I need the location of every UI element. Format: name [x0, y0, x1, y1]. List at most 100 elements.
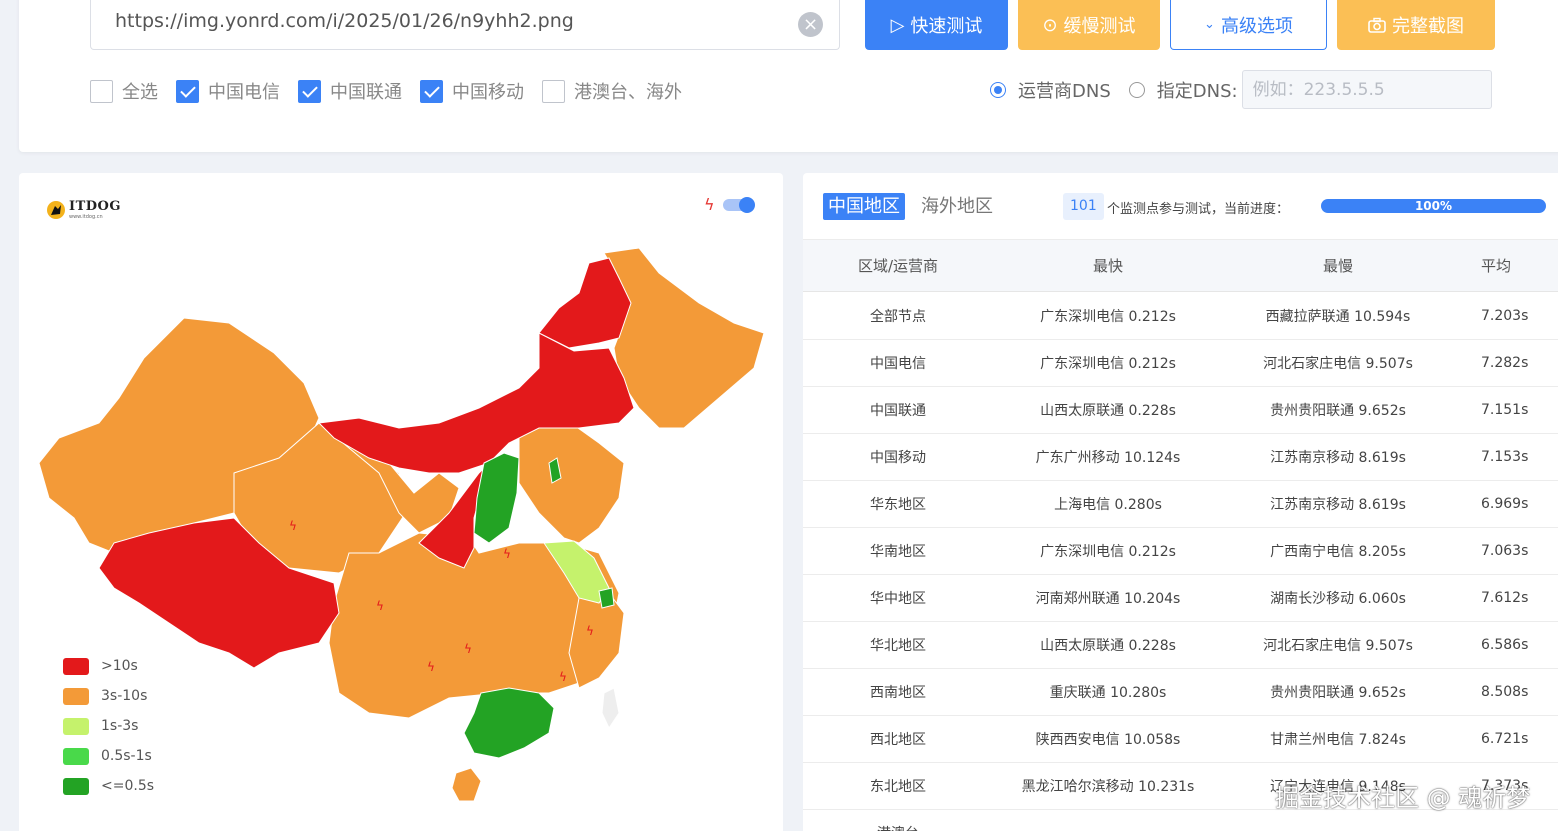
region-shanghai [598, 587, 615, 609]
table-row[interactable]: 华中地区 河南郑州联通 10.204s 湖南长沙移动 6.060s 7.612s [803, 575, 1558, 622]
checkbox-box[interactable] [176, 79, 199, 103]
camera-icon [1368, 17, 1386, 33]
slow-test-button[interactable]: ⊙ 缓慢测试 [1018, 0, 1160, 50]
lightning-icon: ϟ [464, 642, 472, 656]
watermark: 掘金技术社区 @ 魂祈梦 [1275, 784, 1531, 812]
table-row[interactable]: 港澳台 [803, 810, 1558, 831]
legend-item[interactable]: 3s-10s [63, 681, 154, 711]
node-count-badge: 101 [1063, 193, 1104, 220]
full-screenshot-label: 完整截图 [1392, 16, 1464, 37]
cell-average: 6.721s [1481, 731, 1529, 747]
advanced-options-button[interactable]: ⌄ 高级选项 [1170, 0, 1327, 50]
latency-map-card: ITDOG www.itdog.cn ϟ ϟ ϟ ϟ ϟ ϟ ϟ ϟ >10s … [19, 173, 783, 831]
lightning-icon: ϟ [559, 670, 567, 684]
table-row[interactable]: 中国移动 广东广州移动 10.124s 江苏南京移动 8.619s 7.153s [803, 434, 1558, 481]
radio-carrier-dns[interactable] [990, 81, 1006, 98]
cell-region: 全部节点 [870, 309, 926, 325]
cell-region: 东北地区 [870, 779, 926, 795]
lightning-icon: ϟ [289, 519, 297, 533]
legend-label: <=0.5s [101, 778, 155, 794]
table-header: 区域/运营商 最快 最慢 平均 [803, 240, 1558, 292]
checkbox-overseas[interactable]: 港澳台、海外 [542, 78, 682, 104]
full-screenshot-button[interactable]: 完整截图 [1337, 0, 1495, 50]
cell-fastest: 重庆联通 10.280s [1049, 685, 1167, 701]
play-icon: ▷ [890, 14, 905, 36]
quick-test-button[interactable]: ▷ 快速测试 [865, 0, 1008, 50]
legend-item[interactable]: 1s-3s [63, 711, 154, 741]
cell-slowest: 河北石家庄电信 9.507s [1263, 638, 1413, 654]
cell-average: 6.586s [1481, 637, 1529, 653]
table-row[interactable]: 中国联通 山西太原联通 0.228s 贵州贵阳联通 9.652s 7.151s [803, 387, 1558, 434]
region-north [518, 417, 625, 544]
checkbox-unicom[interactable]: 中国联通 [298, 78, 402, 104]
map-legend: >10s 3s-10s 1s-3s 0.5s-1s <=0.5s [63, 651, 154, 801]
custom-dns-input[interactable] [1241, 70, 1492, 109]
region-fujian-zhejiang [568, 592, 625, 689]
close-circle-icon[interactable]: × [798, 12, 823, 37]
checkbox-box[interactable] [298, 79, 321, 103]
cell-average [1453, 810, 1558, 831]
carrier-dns-label: 运营商DNS [1018, 80, 1111, 102]
url-input[interactable] [115, 10, 795, 32]
table-row[interactable]: 华东地区 上海电信 0.280s 江苏南京移动 8.619s 6.969s [803, 481, 1558, 528]
progress-bar: 100% [1321, 199, 1546, 213]
carrier-filters: 全选 中国电信 中国联通 中国移动 港澳台、海外 [90, 78, 700, 104]
table-row[interactable]: 西北地区 陕西西安电信 10.058s 甘肃兰州电信 7.824s 6.721s [803, 716, 1558, 763]
header-fastest[interactable]: 最快 [998, 240, 1218, 291]
header-average[interactable]: 平均 [1453, 240, 1558, 291]
table-row[interactable]: 全部节点 广东深圳电信 0.212s 西藏拉萨联通 10.594s 7.203s [803, 293, 1558, 340]
cell-slowest: 广西南宁电信 8.205s [1270, 544, 1406, 560]
results-card: 中国地区 海外地区 101 个监测点参与测试，当前进度： 100% 区域/运营商… [803, 173, 1558, 831]
legend-item[interactable]: 0.5s-1s [63, 741, 154, 771]
cell-slowest: 贵州贵阳联通 9.652s [1270, 685, 1406, 701]
cell-average: 7.153s [1481, 449, 1529, 465]
checkbox-telecom[interactable]: 中国电信 [176, 78, 280, 104]
cell-fastest: 山西太原联通 0.228s [1040, 403, 1176, 419]
checkbox-label: 中国电信 [208, 82, 280, 103]
checkbox-label: 中国移动 [452, 82, 524, 103]
cell-slowest: 江苏南京移动 8.619s [1270, 497, 1406, 513]
cell-average: 7.063s [1481, 543, 1529, 559]
table-row[interactable]: 华南地区 广东深圳电信 0.212s 广西南宁电信 8.205s 7.063s [803, 528, 1558, 575]
region-taiwan [601, 687, 620, 730]
cell-fastest: 广东深圳电信 0.212s [1040, 309, 1176, 325]
checkbox-box[interactable] [542, 79, 565, 103]
header-region[interactable]: 区域/运营商 [808, 240, 988, 291]
cell-fastest [998, 810, 1218, 831]
legend-label: 3s-10s [101, 688, 148, 704]
tab-overseas[interactable]: 海外地区 [916, 193, 998, 220]
legend-item[interactable]: >10s [63, 651, 154, 681]
custom-dns-label: 指定DNS: [1156, 80, 1238, 102]
cell-region: 中国移动 [870, 450, 926, 466]
region-hainan [451, 767, 482, 802]
table-row[interactable]: 华北地区 山西太原联通 0.228s 河北石家庄电信 9.507s 6.586s [803, 622, 1558, 669]
cell-average: 7.203s [1481, 308, 1529, 324]
lightning-icon: ϟ [503, 547, 511, 561]
legend-item[interactable]: <=0.5s [63, 771, 154, 801]
radio-custom-dns[interactable] [1128, 81, 1145, 98]
url-field[interactable]: × [90, 0, 840, 50]
checkbox-label: 中国联通 [330, 82, 402, 103]
cell-average: 7.151s [1481, 402, 1529, 418]
legend-label: >10s [101, 658, 138, 674]
checkbox-box[interactable] [90, 79, 113, 103]
cell-region: 港澳台 [808, 810, 988, 831]
cell-average: 8.508s [1481, 684, 1529, 700]
header-slowest[interactable]: 最慢 [1228, 240, 1448, 291]
cell-average: 7.612s [1481, 590, 1529, 606]
table-row[interactable]: 中国电信 广东深圳电信 0.212s 河北石家庄电信 9.507s 7.282s [803, 340, 1558, 387]
cell-average: 7.282s [1481, 355, 1529, 371]
cell-slowest: 贵州贵阳联通 9.652s [1270, 403, 1406, 419]
legend-swatch [63, 747, 89, 765]
cell-fastest: 山西太原联通 0.228s [1040, 638, 1176, 654]
slow-test-label: 缓慢测试 [1063, 16, 1136, 37]
checkbox-select-all[interactable]: 全选 [90, 78, 158, 104]
region-guangdong [463, 687, 555, 759]
region-shanxi [473, 452, 520, 544]
tab-china[interactable]: 中国地区 [823, 193, 905, 220]
table-row[interactable]: 西南地区 重庆联通 10.280s 贵州贵阳联通 9.652s 8.508s [803, 669, 1558, 716]
cell-slowest: 甘肃兰州电信 7.824s [1270, 732, 1406, 748]
legend-label: 1s-3s [101, 718, 139, 734]
checkbox-box[interactable] [420, 79, 443, 103]
checkbox-mobile[interactable]: 中国移动 [420, 78, 524, 104]
